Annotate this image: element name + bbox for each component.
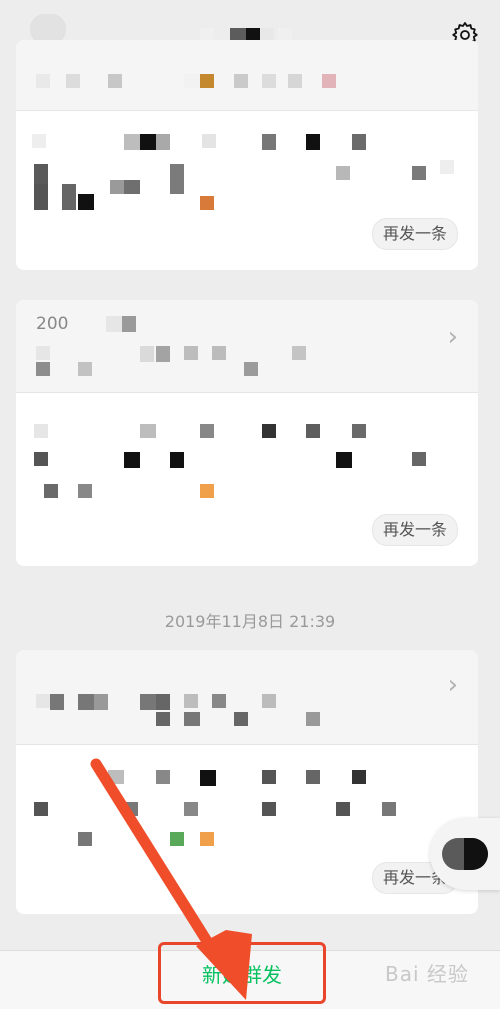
new-broadcast-button[interactable]: 新建群发: [158, 942, 326, 1004]
broadcast-card[interactable]: 200 › 再发一条: [16, 300, 478, 566]
card-recipients[interactable]: 200 ›: [16, 300, 478, 393]
avatar: [442, 838, 488, 870]
broadcast-card[interactable]: 再发一条: [16, 40, 478, 270]
broadcast-card[interactable]: › 再发一条: [16, 650, 478, 914]
card-recipients[interactable]: [16, 40, 478, 111]
floating-window-bubble[interactable]: [430, 818, 500, 890]
chevron-right-icon[interactable]: ›: [448, 670, 458, 700]
resend-button[interactable]: 再发一条: [371, 218, 458, 250]
card-recipients[interactable]: ›: [16, 650, 478, 745]
recipient-count: 200: [36, 314, 69, 334]
timestamp: 2019年11月8日 21:39: [164, 612, 336, 631]
watermark: Bai 经验: [385, 962, 469, 986]
resend-button[interactable]: 再发一条: [371, 514, 458, 546]
chevron-right-icon[interactable]: ›: [448, 322, 458, 352]
